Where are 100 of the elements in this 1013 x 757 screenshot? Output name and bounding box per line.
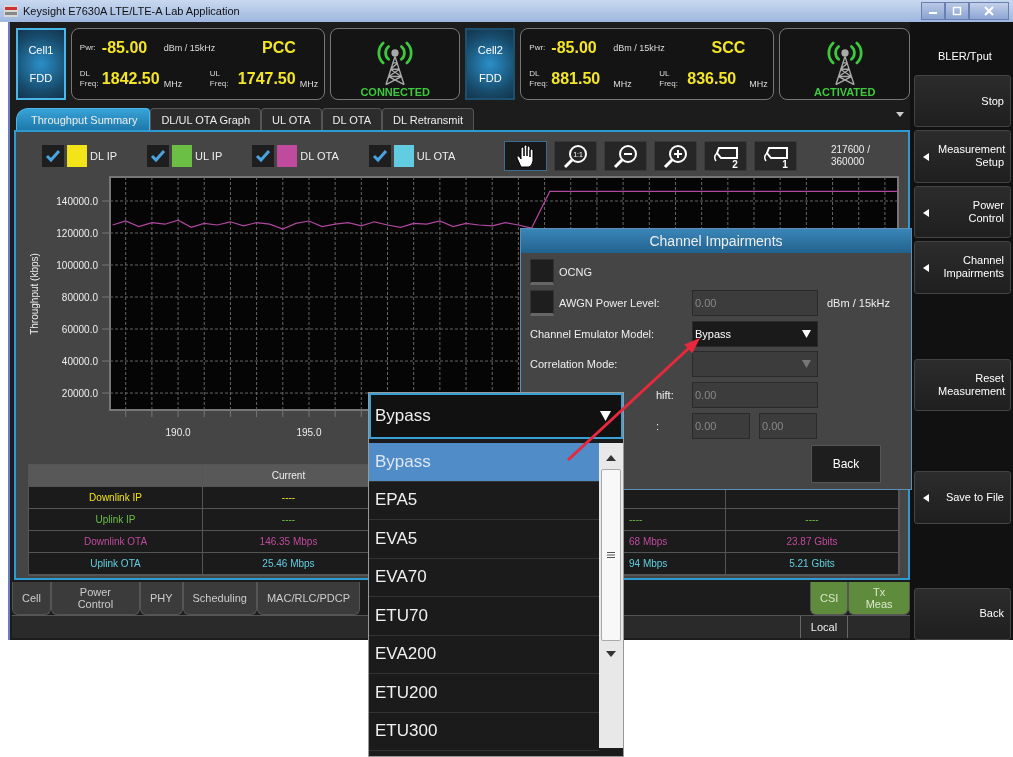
softkey-button[interactable]: Power Control: [914, 185, 1011, 239]
checkbox[interactable]: [368, 145, 391, 167]
dropdown[interactable]: Bypass: [369, 393, 623, 439]
tab[interactable]: Scheduling: [182, 582, 257, 615]
frequency-unit: MHz: [749, 78, 769, 91]
legend-label: UL OTA: [416, 150, 456, 162]
field-label: Correlation Mode:: [530, 358, 618, 371]
row-label: Downlink IP: [29, 487, 203, 509]
checkbox[interactable]: [252, 145, 275, 167]
dropdown[interactable]: Bypass: [692, 320, 818, 347]
triangle-left-icon: [923, 494, 929, 503]
window-title: Keysight E7630A LTE/LTE-A Lab Application: [23, 5, 240, 17]
app-icon: [4, 5, 18, 17]
cell-button[interactable]: Cell2 FDD: [465, 27, 516, 100]
tab[interactable]: DL/UL OTA Graph: [150, 108, 262, 130]
zoom-out-button[interactable]: [604, 141, 647, 171]
y-tick-label: 140000.0: [56, 196, 98, 207]
tab[interactable]: Power Control: [50, 582, 140, 615]
power-value: -85.00: [551, 38, 598, 58]
carrier-role: PCC: [261, 38, 297, 58]
softkey-button[interactable]: Channel Impairments: [914, 241, 1011, 294]
legend-label: UL IP: [195, 150, 223, 162]
y-tick-label: 20000.0: [61, 388, 98, 400]
sample-counter: 217600 / 360000: [831, 144, 871, 168]
marker-button[interactable]: 1: [754, 141, 797, 171]
scrollbar[interactable]: [599, 443, 623, 748]
dl-frequency-label: DL Freq:: [529, 69, 549, 89]
softkey-button[interactable]: Stop: [914, 74, 1011, 128]
frequency-unit: MHz: [163, 78, 184, 91]
field-label: :: [656, 419, 660, 432]
ul-frequency-label: UL Freq:: [659, 69, 679, 89]
checkbox[interactable]: [530, 259, 554, 286]
power-unit: dBm / 15kHz: [163, 43, 217, 53]
x-tick-label: 195.0: [296, 427, 322, 438]
field-label: OCNG: [559, 266, 592, 279]
tab[interactable]: PHY: [139, 582, 183, 615]
close-icon: [984, 6, 994, 16]
zoom-in-button[interactable]: [654, 141, 697, 171]
maximize-icon: [952, 6, 962, 16]
caret-icon[interactable]: [896, 112, 904, 117]
tab[interactable]: DL Retransmit: [382, 108, 474, 130]
dl-frequency-label: DL Freq:: [79, 69, 100, 89]
connection-status: CONNECTED: [360, 85, 431, 98]
tab[interactable]: UL OTA: [261, 108, 322, 130]
table-cell: 23.87 Gbits: [726, 531, 899, 553]
ul-frequency-label: UL Freq:: [209, 69, 230, 89]
softkey-button[interactable]: Save to File: [914, 471, 1011, 524]
tab[interactable]: MAC/RLC/PDCP: [256, 582, 361, 615]
row-label: Downlink OTA: [29, 531, 203, 553]
checkbox[interactable]: [42, 145, 64, 167]
caret-icon: [802, 329, 811, 338]
grip-icon: [607, 552, 615, 558]
power-value: -85.00: [101, 38, 149, 58]
legend-label: DL IP: [90, 150, 118, 162]
table-cell: ----: [726, 509, 899, 531]
y-tick-label: 120000.0: [56, 228, 98, 239]
field-label: hift:: [656, 389, 674, 402]
y-tick-label: 80000.0: [61, 292, 98, 303]
frequency-unit: MHz: [613, 78, 633, 91]
power-label: Pwr:: [529, 43, 547, 53]
triangle-left-icon: [923, 264, 929, 273]
softkey-button[interactable]: Reset Measurement: [914, 358, 1011, 412]
minimize-button[interactable]: [921, 2, 945, 20]
cell-button[interactable]: Cell1 FDD: [16, 27, 66, 100]
dl-frequency-value: 1842.50: [101, 69, 161, 89]
ul-frequency-value: 836.50: [687, 69, 738, 89]
y-tick-label: 100000.0: [56, 260, 98, 271]
dl-frequency-value: 881.50: [551, 69, 602, 89]
softkey-button[interactable]: Back: [914, 587, 1011, 641]
x-tick-label: 190.0: [165, 427, 191, 438]
scroll-up-icon[interactable]: [606, 455, 616, 461]
scroll-thumb[interactable]: [601, 469, 621, 641]
softkey-button[interactable]: Measurement Setup: [914, 130, 1011, 183]
scroll-down-icon[interactable]: [606, 651, 616, 657]
marker-button[interactable]: 2: [704, 141, 747, 171]
field-label: AWGN Power Level:: [559, 296, 660, 309]
dialog-title: Channel Impairments: [521, 229, 911, 253]
checkbox[interactable]: [147, 145, 170, 167]
caret-icon: [802, 360, 811, 369]
mode-indicator: Local: [800, 616, 848, 638]
pan-button[interactable]: [504, 141, 547, 171]
row-label: Uplink OTA: [29, 553, 203, 575]
carrier-role: SCC: [710, 38, 747, 58]
y-tick-label: 40000.0: [61, 356, 98, 368]
triangle-left-icon: [923, 153, 929, 162]
table-cell: 5.21 Gbits: [726, 553, 899, 575]
tab[interactable]: DL OTA: [321, 108, 383, 130]
power-unit: dBm / 15kHz: [613, 43, 666, 53]
maximize-button[interactable]: [945, 2, 969, 20]
y-tick-label: 60000.0: [61, 324, 98, 336]
menu-title: BLER/Tput: [938, 50, 992, 64]
connection-status: ACTIVATED: [814, 85, 876, 98]
back-button[interactable]: Back: [811, 445, 881, 483]
tab[interactable]: Cell: [12, 582, 51, 615]
close-button[interactable]: [969, 2, 1009, 20]
legend-label: DL OTA: [300, 150, 339, 162]
field-label: Channel Emulator Model:: [530, 327, 655, 340]
frequency-unit: MHz: [299, 78, 320, 91]
unit-label: dBm / 15kHz: [827, 296, 890, 309]
checkbox[interactable]: [530, 289, 554, 316]
